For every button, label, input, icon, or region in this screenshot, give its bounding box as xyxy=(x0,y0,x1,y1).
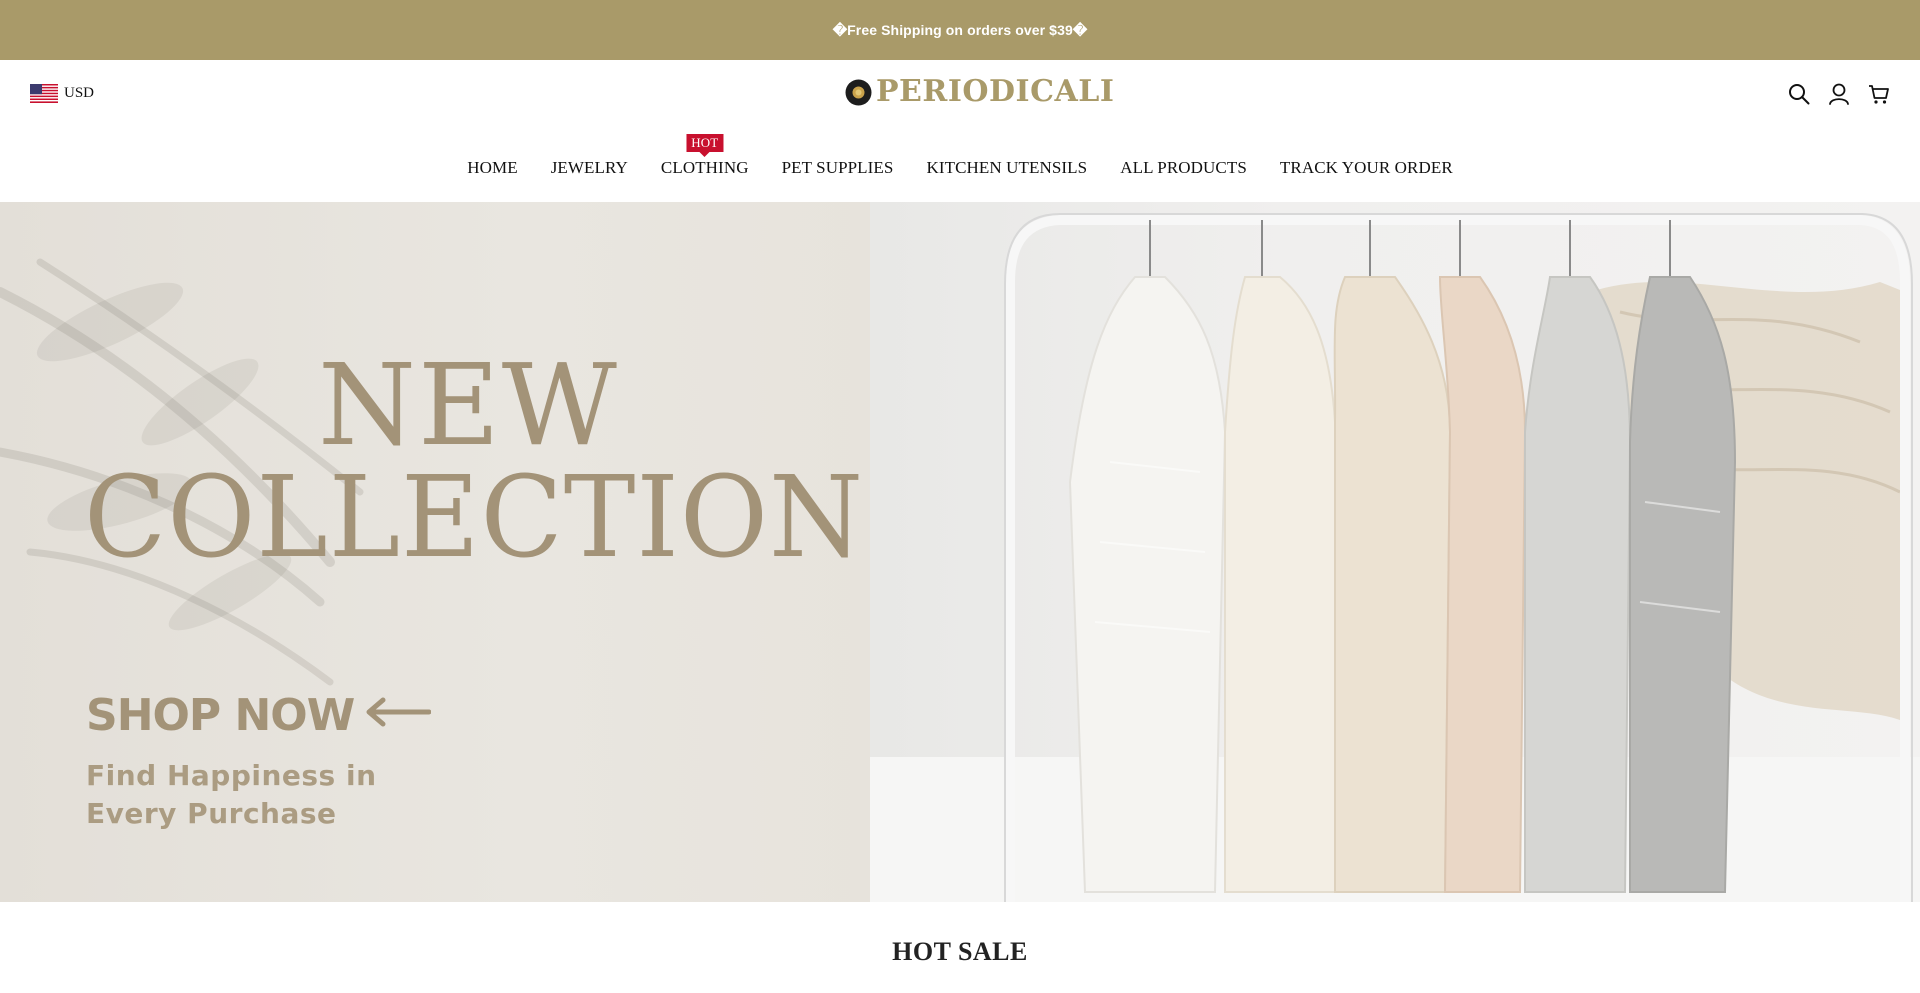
account-icon[interactable] xyxy=(1828,82,1850,106)
hero-tagline: Find Happiness in Every Purchase xyxy=(86,757,377,833)
hero-headline-line1: NEW xyxy=(318,341,619,471)
hero-banner[interactable]: NEW COLLECTION SHOP NOW Find Happiness i… xyxy=(0,202,1920,902)
cart-icon[interactable] xyxy=(1868,82,1890,106)
site-logo[interactable]: PERIODICALI xyxy=(845,77,1114,107)
shop-now-cta[interactable]: SHOP NOW xyxy=(86,694,355,738)
currency-label: USD xyxy=(64,85,95,101)
currency-selector[interactable]: USD xyxy=(30,84,94,103)
search-icon[interactable] xyxy=(1788,82,1810,106)
hero-tagline-line1: Find Happiness in xyxy=(86,759,377,792)
hero-headline-line2: COLLECTION xyxy=(84,453,864,583)
announcement-bar: �Free Shipping on orders over $39� xyxy=(0,0,1920,60)
logo-text: PERIODICALI xyxy=(876,74,1115,109)
nav-item-home[interactable]: HOME xyxy=(467,156,517,180)
logo-mark-icon xyxy=(845,79,872,105)
hero-tagline-line2: Every Purchase xyxy=(86,797,337,830)
site-header: USD PERIODICALI HOME JEWELRY HOT CLOTHIN xyxy=(0,60,1920,203)
announcement-text: �Free Shipping on orders over $39� xyxy=(832,21,1088,38)
nav-item-clothing[interactable]: HOT CLOTHING xyxy=(661,134,749,180)
us-flag-icon xyxy=(30,84,58,103)
nav-item-all-products[interactable]: ALL PRODUCTS xyxy=(1120,156,1247,180)
main-nav: HOME JEWELRY HOT CLOTHING PET SUPPLIES K… xyxy=(0,134,1920,180)
nav-item-jewelry[interactable]: JEWELRY xyxy=(551,156,628,180)
nav-item-track-your-order[interactable]: TRACK YOUR ORDER xyxy=(1280,156,1453,180)
hot-sale-title: HOT SALE xyxy=(892,937,1028,966)
arrow-left-icon xyxy=(366,697,431,727)
header-actions xyxy=(1788,82,1890,106)
nav-item-pet-supplies[interactable]: PET SUPPLIES xyxy=(782,156,894,180)
hot-badge: HOT xyxy=(686,134,724,152)
nav-item-kitchen-utensils[interactable]: KITCHEN UTENSILS xyxy=(926,156,1087,180)
